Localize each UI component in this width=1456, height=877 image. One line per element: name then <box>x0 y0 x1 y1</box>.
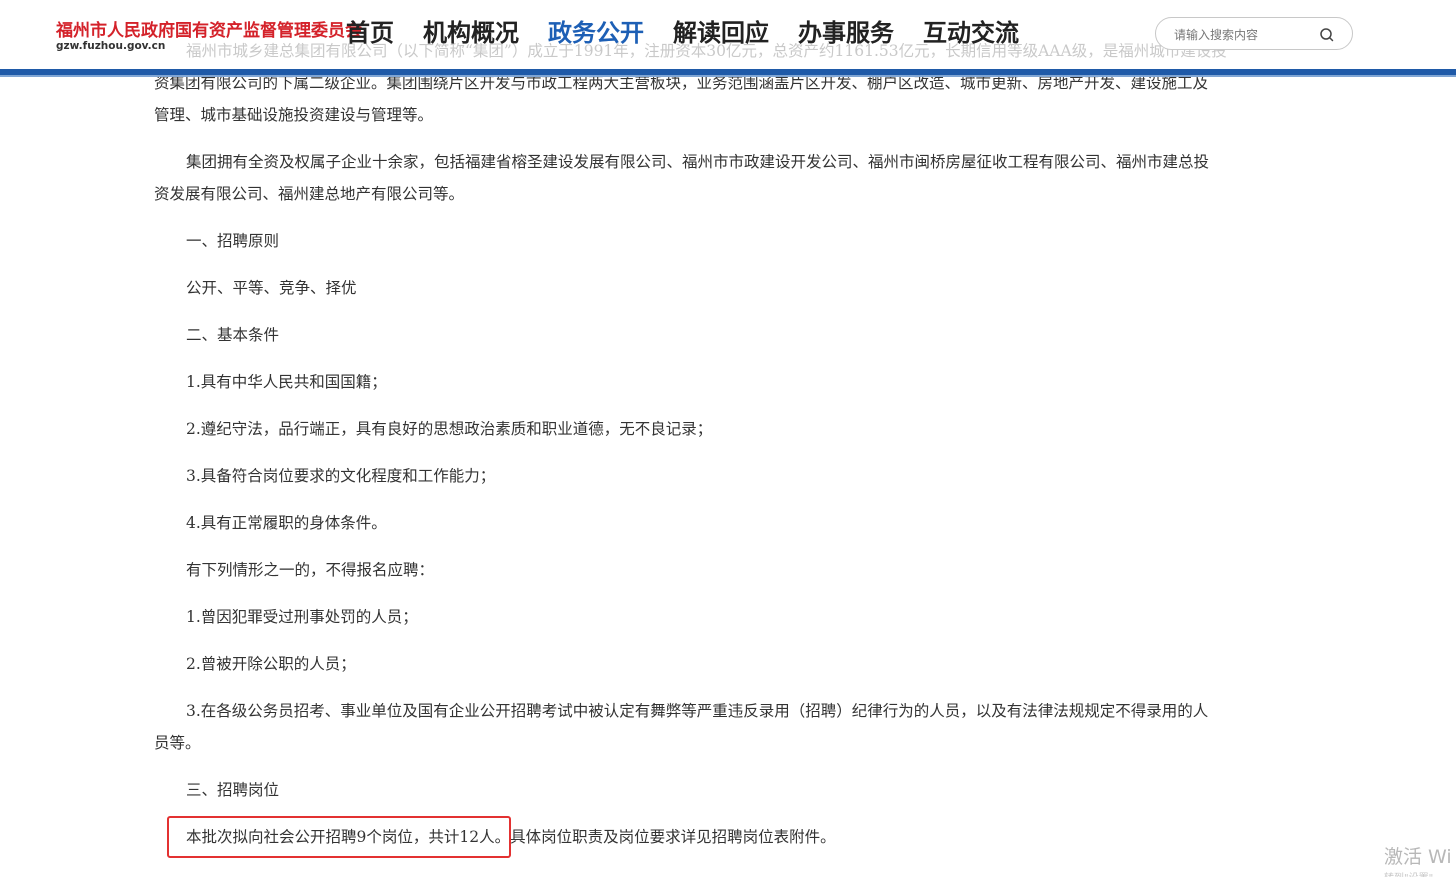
nav-item-government-affairs[interactable]: 政务公开 <box>548 14 644 52</box>
windows-activation-subtext: 转到"设置" <box>1384 869 1433 877</box>
header-divider-thin <box>0 75 1456 77</box>
article-body: 福州市城乡建总集团有限公司（以下简称“集团”）成立于1991年，注册资本30亿元… <box>154 35 1259 868</box>
section-heading-positions: 三、招聘岗位 <box>186 781 280 799</box>
exclusion-item: 1.曾因犯罪受过刑事处罚的人员； <box>186 608 418 626</box>
search-box <box>1155 17 1353 50</box>
exclusion-item: 3.在各级公务员招考、事业单位及国有企业公开招聘考试中被认定有舞弊等严重违反录用… <box>186 702 1209 720</box>
exclusion-item-line: 员等。 <box>154 734 201 752</box>
search-input[interactable] <box>1172 24 1316 46</box>
positions-highlight-text: 本批次拟向社会公开招聘9个岗位，共计12人。 <box>186 828 511 846</box>
nav-item-home[interactable]: 首页 <box>346 14 394 52</box>
intro-paragraph-line: 管理、城市基础设施投资建设与管理等。 <box>154 106 434 124</box>
subsidiaries-paragraph-line: 资发展有限公司、福州建总地产有限公司等。 <box>154 185 465 203</box>
windows-activation-watermark: 激活 Wi <box>1384 846 1452 868</box>
nav-item-about[interactable]: 机构概况 <box>423 14 519 52</box>
section-heading-conditions: 二、基本条件 <box>186 326 280 344</box>
condition-item: 4.具有正常履职的身体条件。 <box>186 514 387 532</box>
nav-item-interaction[interactable]: 互动交流 <box>923 14 1019 52</box>
section-heading-principles: 一、招聘原则 <box>186 232 280 250</box>
site-title[interactable]: 福州市人民政府国有资产监督管理委员会 <box>56 16 362 41</box>
site-header: 福州市人民政府国有资产监督管理委员会 gzw.fuzhou.gov.cn 首页 … <box>0 0 1456 70</box>
main-nav: 首页 机构概况 政务公开 解读回应 办事服务 互动交流 <box>346 14 1048 52</box>
condition-item: 1.具有中华人民共和国国籍； <box>186 373 387 391</box>
nav-item-services[interactable]: 办事服务 <box>798 14 894 52</box>
condition-item: 3.具备符合岗位要求的文化程度和工作能力； <box>186 467 496 485</box>
exclusion-item: 2.曾被开除公职的人员； <box>186 655 356 673</box>
condition-item: 2.遵纪守法，品行端正，具有良好的思想政治素质和职业道德，无不良记录； <box>186 420 713 438</box>
search-icon[interactable] <box>1318 26 1336 44</box>
principles-text: 公开、平等、竞争、择优 <box>186 279 357 297</box>
subsidiaries-paragraph: 集团拥有全资及权属子企业十余家，包括福建省榕圣建设发展有限公司、福州市市政建设开… <box>186 153 1210 171</box>
site-url: gzw.fuzhou.gov.cn <box>56 40 166 52</box>
positions-text: 本批次拟向社会公开招聘9个岗位，共计12人。具体岗位职责及岗位要求详见招聘岗位表… <box>154 821 1259 853</box>
nav-item-interpretation[interactable]: 解读回应 <box>673 14 769 52</box>
exclusion-intro: 有下列情形之一的，不得报名应聘： <box>186 561 435 579</box>
positions-detail-text: 具体岗位职责及岗位要求详见招聘岗位表附件。 <box>510 828 836 846</box>
